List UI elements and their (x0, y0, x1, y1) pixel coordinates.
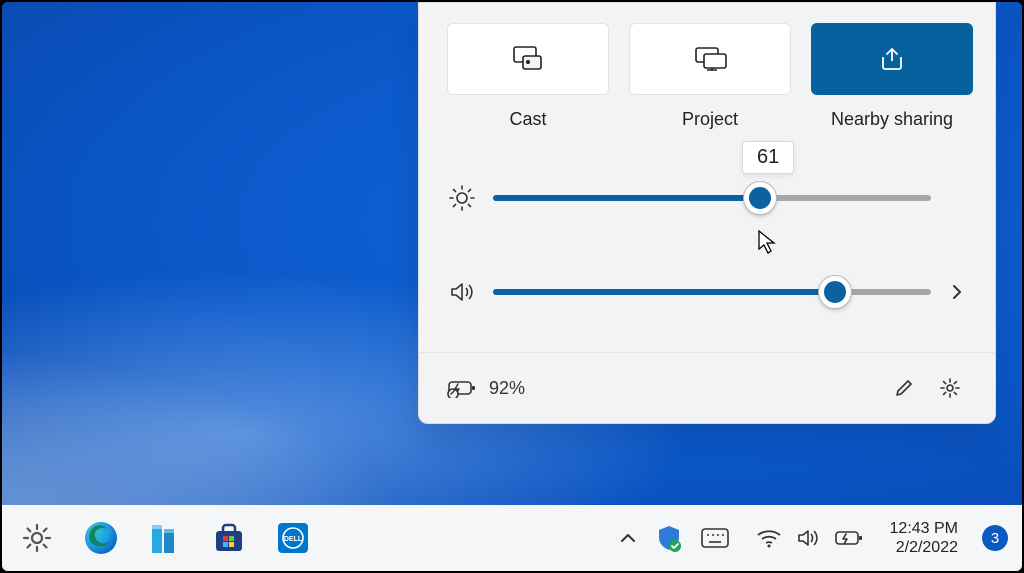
tray-time: 12:43 PM (890, 519, 958, 538)
quick-settings-flyout: Cast Project (418, 2, 996, 424)
tray-keyboard-icon[interactable] (700, 527, 730, 549)
taskbar-settings-app[interactable] (14, 515, 60, 561)
taskbar-store-app[interactable] (206, 515, 252, 561)
taskbar: DELL (2, 505, 1022, 571)
svg-text:DELL: DELL (284, 536, 303, 543)
project-label: Project (682, 109, 738, 130)
nearby-sharing-tile[interactable] (811, 23, 973, 95)
taskbar-edge-app[interactable] (78, 515, 124, 561)
volume-thumb[interactable] (819, 276, 851, 308)
battery-saver-icon[interactable] (447, 378, 477, 398)
tray-network-volume-battery[interactable] (748, 523, 872, 553)
tray-clock[interactable]: 12:43 PM 2/2/2022 (890, 519, 958, 557)
brightness-tooltip: 61 (742, 141, 794, 174)
brightness-slider[interactable] (493, 195, 931, 201)
brightness-icon (447, 183, 477, 213)
notification-badge[interactable]: 3 (982, 525, 1008, 551)
settings-button[interactable] (933, 371, 967, 405)
share-icon (877, 45, 907, 73)
wifi-icon (756, 528, 782, 548)
edit-quick-settings-button[interactable] (887, 371, 921, 405)
taskbar-dell-app[interactable]: DELL (270, 515, 316, 561)
battery-percentage: 92% (489, 378, 525, 399)
nearby-sharing-label: Nearby sharing (831, 109, 953, 130)
tray-date: 2/2/2022 (896, 538, 958, 557)
volume-icon (447, 277, 477, 307)
volume-flyout-button[interactable] (947, 282, 967, 302)
brightness-thumb[interactable] (744, 182, 776, 214)
volume-slider[interactable] (493, 289, 931, 295)
cast-label: Cast (509, 109, 546, 130)
battery-tray-icon (834, 529, 864, 547)
tray-overflow-button[interactable] (618, 528, 638, 548)
taskbar-server-app[interactable] (142, 515, 188, 561)
cast-icon (511, 45, 545, 73)
project-tile[interactable] (629, 23, 791, 95)
cast-tile[interactable] (447, 23, 609, 95)
tray-security-icon[interactable] (656, 524, 682, 552)
project-icon (692, 46, 728, 72)
volume-tray-icon (796, 527, 820, 549)
